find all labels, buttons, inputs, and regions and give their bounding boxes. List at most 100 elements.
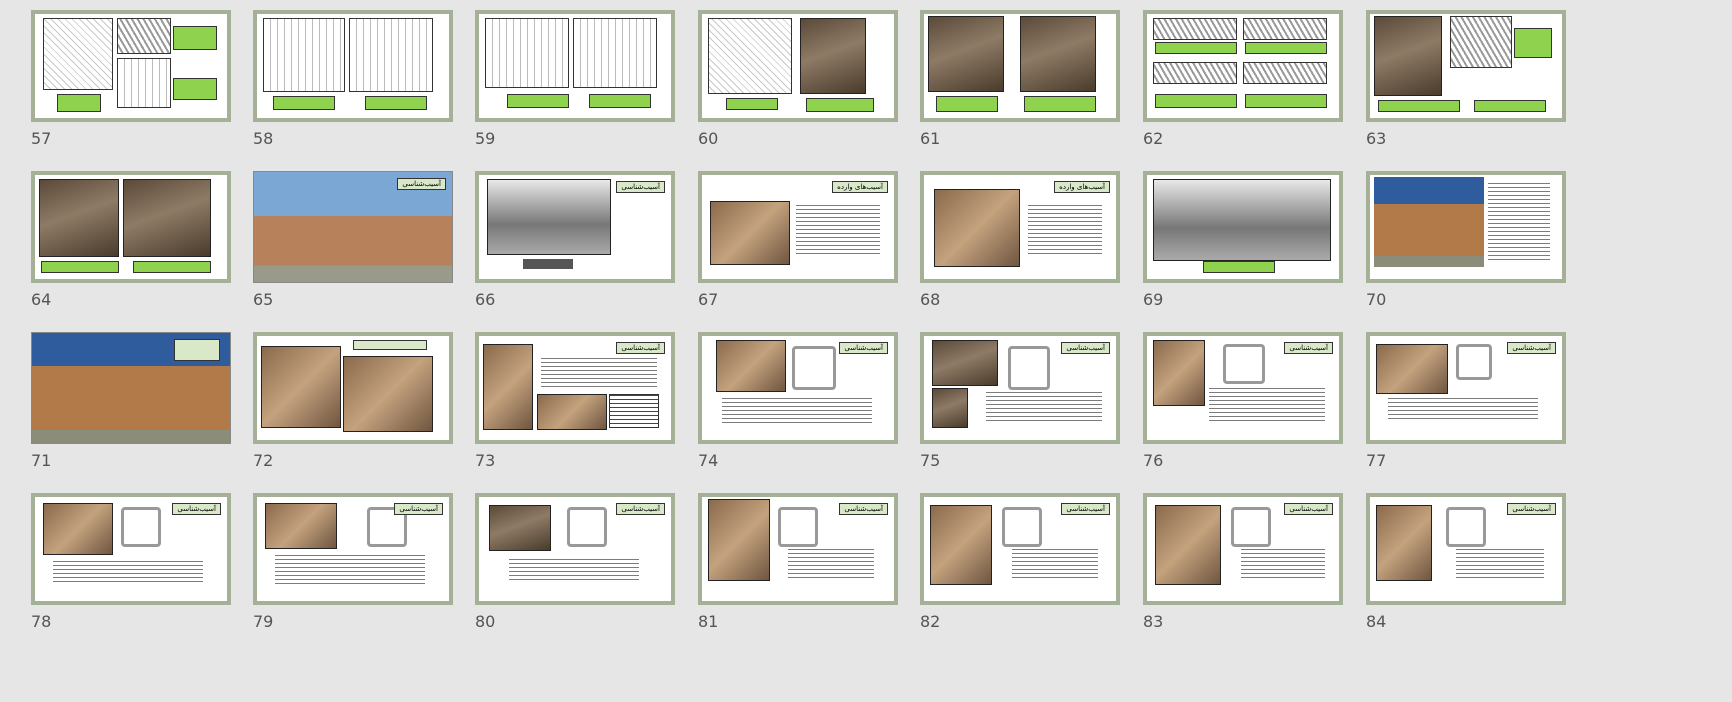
slide-preview[interactable]: [31, 171, 231, 283]
slide-number: 68: [920, 290, 941, 309]
slide-number: 64: [31, 290, 52, 309]
slide-preview[interactable]: [31, 332, 231, 444]
slide-title-tag: آسیب‌های وارده: [832, 181, 888, 193]
slide-preview[interactable]: آسیب‌شناسی: [475, 493, 675, 605]
slide-thumbnail-84[interactable]: آسیب‌شناسی 84: [1366, 493, 1566, 643]
slide-number: 79: [253, 612, 274, 631]
slide-number: 69: [1143, 290, 1164, 309]
slide-thumbnail-82[interactable]: آسیب‌شناسی 82: [920, 493, 1120, 643]
slide-title-tag: آسیب‌شناسی: [1507, 342, 1556, 354]
slide-thumbnail-58[interactable]: 58: [253, 10, 453, 160]
slide-number: 67: [698, 290, 719, 309]
slide-number: 75: [920, 451, 941, 470]
slide-title-tag: آسیب‌شناسی: [616, 181, 665, 193]
slide-number: 61: [920, 129, 941, 148]
slide-preview[interactable]: آسیب‌شناسی: [920, 493, 1120, 605]
slide-number: 65: [253, 290, 274, 309]
slide-number: 74: [698, 451, 719, 470]
slide-preview[interactable]: آسیب‌شناسی: [920, 332, 1120, 444]
slide-thumbnail-59[interactable]: 59: [475, 10, 675, 160]
slide-preview[interactable]: [920, 10, 1120, 122]
slide-thumbnail-79[interactable]: آسیب‌شناسی 79: [253, 493, 453, 643]
slide-number: 66: [475, 290, 496, 309]
slide-title-tag: آسیب‌شناسی: [1284, 503, 1333, 515]
slide-number: 76: [1143, 451, 1164, 470]
slide-preview[interactable]: آسیب‌شناسی: [475, 171, 675, 283]
slide-preview[interactable]: آسیب‌شناسی: [698, 493, 898, 605]
slide-number: 71: [31, 451, 52, 470]
slide-thumbnail-78[interactable]: آسیب‌شناسی 78: [31, 493, 231, 643]
slide-thumbnail-76[interactable]: آسیب‌شناسی 76: [1143, 332, 1343, 482]
slide-preview[interactable]: [1366, 10, 1566, 122]
slide-title-tag: آسیب‌های وارده: [1054, 181, 1110, 193]
slide-preview[interactable]: آسیب‌های وارده: [920, 171, 1120, 283]
slide-preview[interactable]: [475, 10, 675, 122]
slide-sorter-grid: 57 58 59 60: [0, 0, 1732, 702]
slide-preview[interactable]: [1143, 10, 1343, 122]
slide-thumbnail-73[interactable]: آسیب‌شناسی 73: [475, 332, 675, 482]
slide-preview[interactable]: آسیب‌شناسی: [253, 493, 453, 605]
slide-number: 62: [1143, 129, 1164, 148]
slide-preview[interactable]: [253, 10, 453, 122]
slide-thumbnail-66[interactable]: آسیب‌شناسی 66: [475, 171, 675, 321]
slide-number: 84: [1366, 612, 1387, 631]
slide-preview[interactable]: آسیب‌های وارده: [698, 171, 898, 283]
slide-number: 78: [31, 612, 52, 631]
slide-thumbnail-67[interactable]: آسیب‌های وارده 67: [698, 171, 898, 321]
slide-title-tag: آسیب‌شناسی: [1507, 503, 1556, 515]
slide-title-tag: آسیب‌شناسی: [616, 503, 665, 515]
slide-title-tag: آسیب‌شناسی: [394, 503, 443, 515]
slide-title-tag: آسیب‌شناسی: [616, 342, 665, 354]
slide-thumbnail-70[interactable]: 70: [1366, 171, 1566, 321]
slide-thumbnail-83[interactable]: آسیب‌شناسی 83: [1143, 493, 1343, 643]
slide-preview[interactable]: [1366, 171, 1566, 283]
slide-thumbnail-74[interactable]: آسیب‌شناسی 74: [698, 332, 898, 482]
slide-number: 58: [253, 129, 274, 148]
slide-thumbnail-64[interactable]: 64: [31, 171, 231, 321]
slide-thumbnail-71[interactable]: 71: [31, 332, 231, 482]
slide-thumbnail-62[interactable]: 62: [1143, 10, 1343, 160]
slide-number: 57: [31, 129, 52, 148]
slide-preview[interactable]: آسیب‌شناسی: [253, 171, 453, 283]
slide-thumbnail-69[interactable]: 69: [1143, 171, 1343, 321]
slide-thumbnail-81[interactable]: آسیب‌شناسی 81: [698, 493, 898, 643]
slide-preview[interactable]: آسیب‌شناسی: [1143, 332, 1343, 444]
slide-title-tag: آسیب‌شناسی: [1061, 342, 1110, 354]
slide-number: 60: [698, 129, 719, 148]
slide-preview[interactable]: [253, 332, 453, 444]
slide-number: 70: [1366, 290, 1387, 309]
slide-preview[interactable]: [698, 10, 898, 122]
slide-thumbnail-72[interactable]: 72: [253, 332, 453, 482]
slide-preview[interactable]: آسیب‌شناسی: [1366, 493, 1566, 605]
slide-preview[interactable]: آسیب‌شناسی: [698, 332, 898, 444]
slide-preview[interactable]: آسیب‌شناسی: [31, 493, 231, 605]
slide-preview[interactable]: [31, 10, 231, 122]
slide-number: 63: [1366, 129, 1387, 148]
slide-preview[interactable]: آسیب‌شناسی: [475, 332, 675, 444]
slide-thumbnail-61[interactable]: 61: [920, 10, 1120, 160]
slide-preview[interactable]: آسیب‌شناسی: [1366, 332, 1566, 444]
slide-thumbnail-77[interactable]: آسیب‌شناسی 77: [1366, 332, 1566, 482]
slide-thumbnail-75[interactable]: آسیب‌شناسی 75: [920, 332, 1120, 482]
slide-title-tag: آسیب‌شناسی: [397, 178, 446, 190]
slide-title-tag: آسیب‌شناسی: [839, 342, 888, 354]
slide-thumbnail-57[interactable]: 57: [31, 10, 231, 160]
slide-thumbnail-63[interactable]: 63: [1366, 10, 1566, 160]
slide-title-tag: آسیب‌شناسی: [839, 503, 888, 515]
slide-number: 59: [475, 129, 496, 148]
slide-number: 82: [920, 612, 941, 631]
slide-number: 72: [253, 451, 274, 470]
slide-number: 80: [475, 612, 496, 631]
slide-thumbnail-60[interactable]: 60: [698, 10, 898, 160]
slide-number: 77: [1366, 451, 1387, 470]
slide-number: 83: [1143, 612, 1164, 631]
slide-preview[interactable]: [1143, 171, 1343, 283]
slide-thumbnail-80[interactable]: آسیب‌شناسی 80: [475, 493, 675, 643]
slide-thumbnail-65[interactable]: آسیب‌شناسی 65: [253, 171, 453, 321]
slide-title-tag: آسیب‌شناسی: [1061, 503, 1110, 515]
slide-title-tag: آسیب‌شناسی: [172, 503, 221, 515]
slide-title-tag: آسیب‌شناسی: [1284, 342, 1333, 354]
slide-thumbnail-68[interactable]: آسیب‌های وارده 68: [920, 171, 1120, 321]
slide-number: 81: [698, 612, 719, 631]
slide-preview[interactable]: آسیب‌شناسی: [1143, 493, 1343, 605]
